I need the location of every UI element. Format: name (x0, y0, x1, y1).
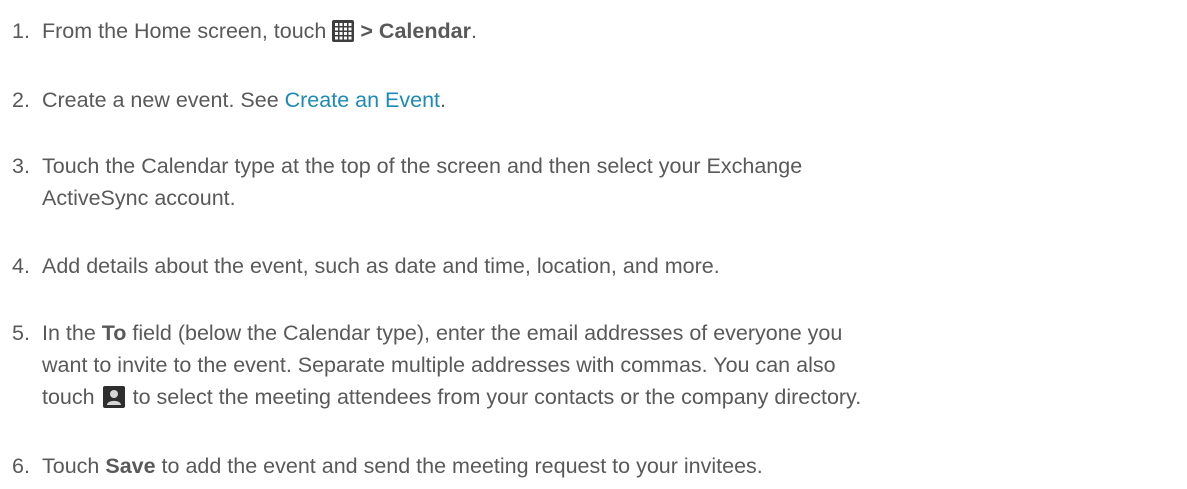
step-number: 1. (12, 19, 30, 43)
apps-grid-icon (332, 20, 355, 42)
save-label: Save (105, 454, 156, 478)
step-text-line: ActiveSync account. (42, 186, 236, 210)
step-number: 5. (12, 321, 30, 345)
step-number: 4. (12, 254, 30, 278)
step-text-line: want to invite to the event. Separate mu… (42, 353, 836, 377)
step-number: 3. (12, 154, 30, 178)
step-text: From the Home screen, touch (42, 19, 327, 43)
to-field-label: To (101, 321, 127, 345)
step-text-line: Touch the Calendar type at the top of th… (42, 154, 803, 178)
create-event-link[interactable]: Create an Event (285, 88, 440, 112)
step-text: Create a new event. See (42, 88, 285, 112)
contact-person-icon (102, 386, 125, 408)
step-text: Add details about the event, such as dat… (42, 254, 720, 278)
step-number: 2. (12, 88, 30, 112)
calendar-path-label: > Calendar (360, 19, 471, 43)
step-number: 6. (12, 454, 30, 478)
